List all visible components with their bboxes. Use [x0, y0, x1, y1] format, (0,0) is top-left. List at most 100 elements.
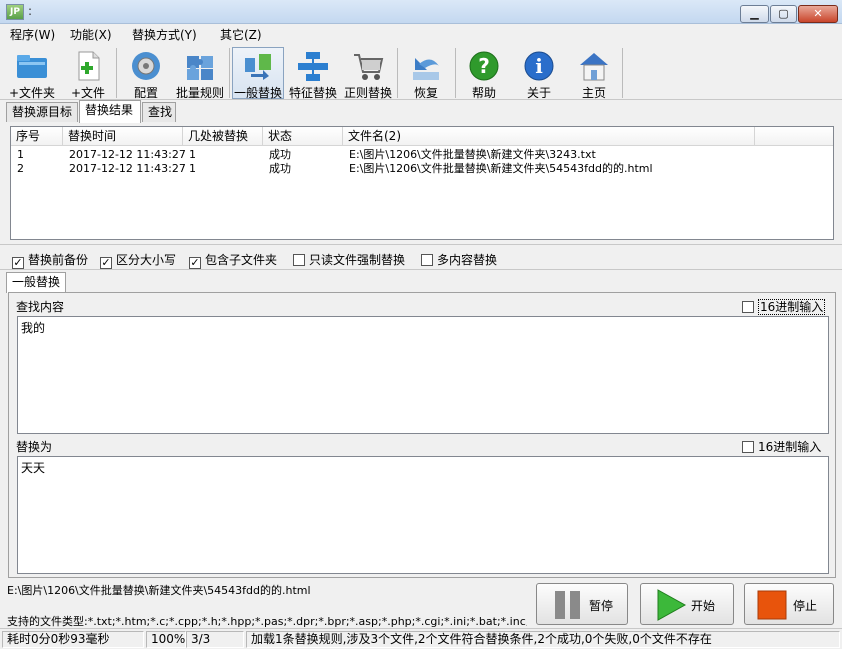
table-row[interactable]: 1 2017-12-12 11:43:27 1 成功 E:\图片\1206\文件…	[11, 148, 833, 162]
menu-replace-mode[interactable]: 替换方式(Y)	[132, 26, 197, 43]
undo-icon	[409, 50, 443, 82]
find-hex-checkbox[interactable]	[742, 301, 754, 313]
backup-checkbox[interactable]: ✓	[12, 257, 24, 269]
toolbar-separator	[229, 48, 230, 98]
row-status: 成功	[269, 148, 291, 161]
pause-button[interactable]: 暂停	[536, 583, 628, 625]
row-time: 2017-12-12 11:43:27	[69, 148, 186, 161]
add-folder-button[interactable]: +文件夹	[6, 47, 58, 100]
row-index: 1	[17, 148, 24, 161]
info-icon: i	[522, 50, 556, 82]
help-label: 帮助	[471, 86, 496, 100]
multi-content-option[interactable]: 多内容替换	[421, 251, 497, 268]
normal-replace-button[interactable]: 一般替换	[232, 47, 284, 100]
toolbar-separator	[622, 48, 623, 98]
feature-replace-button[interactable]: 特征替换	[287, 47, 339, 100]
gear-icon	[129, 50, 163, 82]
options-bar: ✓ 替换前备份 ✓ 区分大小写 ✓ 包含子文件夹 只读文件强制替换 多内容替换	[0, 244, 842, 270]
home-label: 主页	[581, 86, 606, 100]
menu-bar: 程序(W) 功能(X) 替换方式(Y) 其它(Z)	[0, 24, 842, 44]
about-label: 关于	[526, 86, 551, 100]
backup-option[interactable]: ✓ 替换前备份	[12, 251, 88, 269]
menu-function[interactable]: 功能(X)	[70, 26, 112, 43]
row-filename: E:\图片\1206\文件批量替换\新建文件夹\3243.txt	[349, 148, 596, 161]
svg-text:i: i	[535, 54, 543, 78]
list-header: 序号 替换时间 几处被替换 状态 文件名(2)	[11, 127, 833, 146]
menu-other[interactable]: 其它(Z)	[220, 26, 262, 43]
maximize-button[interactable]: ▢	[770, 5, 797, 23]
close-button[interactable]: ✕	[798, 5, 838, 23]
svg-text:?: ?	[478, 54, 490, 78]
find-textarea[interactable]: 我的	[17, 316, 829, 434]
replace-label: 替换为	[16, 440, 53, 454]
replace-hex-option[interactable]: 16进制输入	[742, 438, 821, 455]
stop-icon	[757, 590, 787, 620]
replace-panel: 查找内容 16进制输入 我的 替换为 16进制输入 天天	[8, 292, 836, 578]
home-icon	[577, 50, 611, 82]
config-button[interactable]: 配置	[120, 47, 172, 100]
readonly-force-checkbox[interactable]	[293, 254, 305, 266]
col-filename[interactable]: 文件名(2)	[343, 127, 755, 146]
table-row[interactable]: 2 2017-12-12 11:43:27 1 成功 E:\图片\1206\文件…	[11, 162, 833, 176]
cart-icon	[351, 50, 385, 82]
include-subfolders-checkbox[interactable]: ✓	[189, 257, 201, 269]
find-hex-option[interactable]: 16进制输入	[742, 298, 826, 315]
add-folder-icon	[15, 50, 49, 82]
status-progress: 100%	[146, 631, 186, 648]
supported-file-types: 支持的文件类型:*.txt;*.htm;*.c;*.cpp;*.h;*.hpp;…	[7, 615, 527, 628]
add-file-label: +文件	[70, 86, 106, 100]
status-count: 3/3	[186, 631, 244, 648]
add-folder-label: +文件夹	[8, 86, 56, 100]
col-count[interactable]: 几处被替换	[183, 127, 263, 146]
multi-content-checkbox[interactable]	[421, 254, 433, 266]
menu-program[interactable]: 程序(W)	[10, 26, 55, 43]
row-status: 成功	[269, 162, 291, 175]
tab-normal-replace[interactable]: 一般替换	[6, 272, 67, 293]
row-count: 1	[189, 162, 196, 175]
row-index: 2	[17, 162, 24, 175]
help-button[interactable]: ? 帮助	[458, 47, 510, 100]
col-time[interactable]: 替换时间	[63, 127, 183, 146]
tab-source-target[interactable]: 替换源目标	[6, 102, 78, 122]
app-icon: JP	[6, 4, 24, 20]
regex-replace-button[interactable]: 正则替换	[342, 47, 394, 100]
tab-find[interactable]: 查找	[142, 102, 176, 122]
add-file-button[interactable]: +文件	[62, 47, 114, 100]
stop-button[interactable]: 停止	[744, 583, 834, 625]
start-button[interactable]: 开始	[640, 583, 734, 625]
readonly-force-option[interactable]: 只读文件强制替换	[293, 251, 405, 268]
replace-textarea[interactable]: 天天	[17, 456, 829, 574]
hierarchy-icon	[296, 50, 330, 82]
window-title: :	[28, 4, 33, 18]
toolbar-separator	[116, 48, 117, 98]
status-bar: 耗时0分0秒93毫秒 100% 3/3 加载1条替换规则,涉及3个文件,2个文件…	[0, 628, 842, 649]
toolbar-separator	[455, 48, 456, 98]
toolbar: +文件夹 +文件 配置 批量规则 一般替换 特征替换 正则替换 恢复 ? 帮助 …	[0, 44, 842, 100]
stop-label: 停止	[793, 599, 818, 613]
normal-replace-label: 一般替换	[233, 86, 282, 100]
col-index[interactable]: 序号	[11, 127, 63, 146]
home-button[interactable]: 主页	[568, 47, 620, 100]
case-sensitive-checkbox[interactable]: ✓	[100, 257, 112, 269]
minimize-button[interactable]: ▁	[740, 5, 769, 23]
regex-replace-label: 正则替换	[343, 86, 392, 100]
start-label: 开始	[691, 599, 716, 613]
include-subfolders-option[interactable]: ✓ 包含子文件夹	[189, 251, 277, 269]
find-label: 查找内容	[16, 300, 65, 314]
col-status[interactable]: 状态	[263, 127, 343, 146]
restore-button[interactable]: 恢复	[400, 47, 452, 100]
help-icon: ?	[467, 50, 501, 82]
play-icon	[657, 589, 687, 621]
restore-label: 恢复	[413, 86, 438, 100]
pause-label: 暂停	[589, 599, 614, 613]
replace-hex-checkbox[interactable]	[742, 441, 754, 453]
status-elapsed: 耗时0分0秒93毫秒	[2, 631, 144, 648]
row-time: 2017-12-12 11:43:27	[69, 162, 186, 175]
tab-replace-results[interactable]: 替换结果	[79, 100, 141, 123]
about-button[interactable]: i 关于	[513, 47, 565, 100]
status-message: 加载1条替换规则,涉及3个文件,2个文件符合替换条件,2个成功,0个失败,0个文…	[246, 631, 840, 648]
results-list[interactable]: 序号 替换时间 几处被替换 状态 文件名(2) 1 2017-12-12 11:…	[10, 126, 834, 240]
batch-rules-button[interactable]: 批量规则	[174, 47, 226, 100]
config-label: 配置	[133, 86, 158, 100]
case-sensitive-option[interactable]: ✓ 区分大小写	[100, 251, 176, 269]
